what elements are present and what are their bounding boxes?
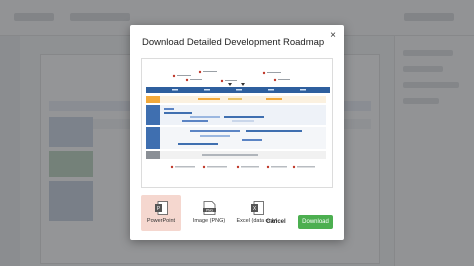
download-button[interactable]: Download <box>298 215 333 229</box>
format-option-label: Image (PNG) <box>192 218 226 224</box>
download-dialog: Download Detailed Development Roadmap × <box>130 25 344 240</box>
roadmap-thumbnail <box>146 70 330 169</box>
cancel-button[interactable]: Cancel <box>266 215 286 229</box>
format-option-png[interactable]: PNG Image (PNG) <box>189 195 229 231</box>
svg-text:PNG: PNG <box>206 208 213 212</box>
dialog-title: Download Detailed Development Roadmap <box>142 37 325 48</box>
powerpoint-file-icon: P <box>155 201 168 215</box>
format-options: P PowerPoint PNG Image (PNG) X Excel (da… <box>141 195 277 231</box>
png-file-icon: PNG <box>203 201 216 215</box>
roadmap-preview-image <box>141 58 333 188</box>
format-option-label: PowerPoint <box>146 218 176 224</box>
excel-file-icon: X <box>251 201 264 215</box>
format-option-powerpoint[interactable]: P PowerPoint <box>141 195 181 231</box>
close-icon[interactable]: × <box>328 31 338 41</box>
